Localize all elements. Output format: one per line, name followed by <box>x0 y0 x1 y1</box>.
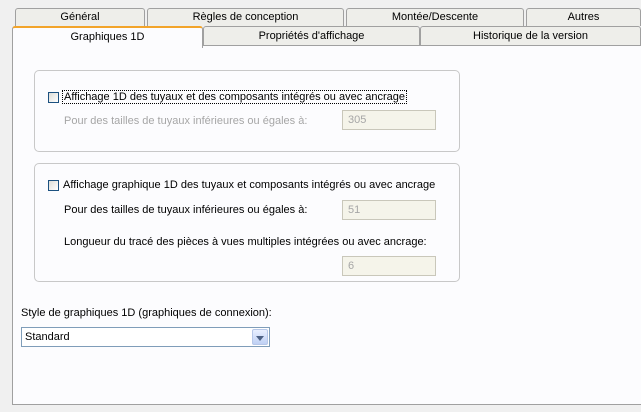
graphics-style-select[interactable]: Standard <box>21 327 270 347</box>
multiview-length-label: Longueur du tracé des pièces à vues mult… <box>64 236 427 248</box>
graphics-style-selected-value: Standard <box>25 331 70 343</box>
checkbox-graphic-1d-label[interactable]: Affichage graphique 1D des tuyaux et com… <box>63 179 435 191</box>
checkbox-graphic-1d[interactable] <box>48 179 59 191</box>
tab-design-rules[interactable]: Règles de conception <box>147 8 344 26</box>
tab-rise-drop[interactable]: Montée/Descente <box>346 8 524 26</box>
checkbox-1d-display[interactable] <box>48 91 59 103</box>
checkbox-1d-display-row[interactable]: Affichage 1D des tuyaux et des composant… <box>48 89 408 105</box>
chevron-down-icon <box>256 335 264 341</box>
tab-other[interactable]: Autres <box>526 8 641 26</box>
checkbox-1d-display-label[interactable]: Affichage 1D des tuyaux et des composant… <box>61 90 408 104</box>
graphics-style-label: Style de graphiques 1D (graphiques de co… <box>21 307 272 319</box>
tab-general[interactable]: Général <box>15 8 145 26</box>
tab-page-1d-graphics: Affichage 1D des tuyaux et des composant… <box>12 45 641 405</box>
size-threshold-field-2[interactable]: 51 <box>342 200 436 220</box>
tab-1d-graphics[interactable]: Graphiques 1D <box>12 26 203 48</box>
checkbox-graphic-1d-row[interactable]: Affichage graphique 1D des tuyaux et com… <box>48 177 435 193</box>
size-threshold-label-1: Pour des tailles de tuyaux inférieures o… <box>64 115 308 127</box>
tab-display-properties[interactable]: Propriétés d'affichage <box>203 26 420 46</box>
size-threshold-label-2: Pour des tailles de tuyaux inférieures o… <box>64 204 308 216</box>
piping-settings-dialog: Général Règles de conception Montée/Desc… <box>0 0 641 412</box>
tab-version-history[interactable]: Historique de la version <box>420 26 641 46</box>
size-threshold-field-1[interactable]: 305 <box>342 110 436 130</box>
dropdown-button[interactable] <box>252 329 268 345</box>
multiview-length-field[interactable]: 6 <box>342 256 436 276</box>
